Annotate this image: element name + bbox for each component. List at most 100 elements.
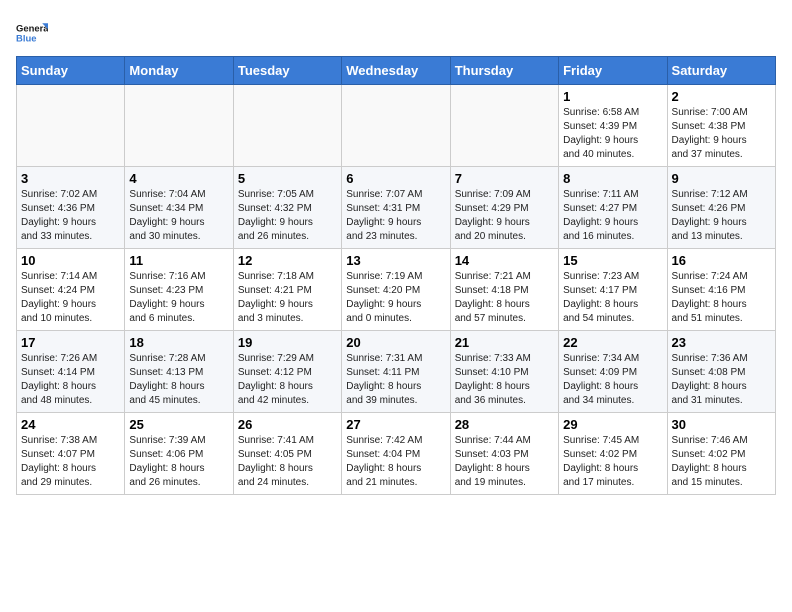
calendar-cell: 14Sunrise: 7:21 AM Sunset: 4:18 PM Dayli…	[450, 249, 558, 331]
day-number: 15	[563, 253, 662, 268]
calendar-cell: 30 Sunrise: 7:46 AM Sunset: 4:02 PM Dayli…	[667, 413, 775, 495]
day-info: Sunrise: 7:45 AM Sunset: 4:02 PM Dayligh…	[563, 434, 662, 490]
calendar-cell: 3 Sunrise: 7:02 AM Sunset: 4:36 PM Daylig…	[17, 167, 125, 249]
day-info: Sunrise: 7:39 AM Sunset: 4:06 PM Dayligh…	[129, 434, 228, 490]
logo: General Blue	[16, 16, 52, 48]
calendar-cell: 22 Sunrise: 7:34 AM Sunset: 4:09 PM Dayli…	[559, 331, 667, 413]
day-number: 24	[21, 417, 120, 432]
svg-text:Blue: Blue	[16, 33, 36, 44]
calendar-cell: 17 Sunrise: 7:26 AM Sunset: 4:14 PM Dayli…	[17, 331, 125, 413]
day-info: Sunrise: 7:44 AM Sunset: 4:03 PM Dayligh…	[455, 434, 554, 490]
day-info: Sunrise: 7:18 AM Sunset: 4:21 PM Dayligh…	[238, 270, 337, 326]
calendar-cell: 28 Sunrise: 7:44 AM Sunset: 4:03 PM Dayli…	[450, 413, 558, 495]
day-number: 21	[455, 335, 554, 350]
day-number: 5	[238, 171, 337, 186]
logo-icon: General Blue	[16, 16, 48, 48]
calendar-week-5: 24 Sunrise: 7:38 AM Sunset: 4:07 PM Dayli…	[17, 413, 776, 495]
day-number: 17	[21, 335, 120, 350]
day-number: 16	[672, 253, 771, 268]
calendar-cell: 5 Sunrise: 7:05 AM Sunset: 4:32 PM Daylig…	[233, 167, 341, 249]
calendar-table: SundayMondayTuesdayWednesdayThursdayFrid…	[16, 56, 776, 495]
calendar-cell: 10Sunrise: 7:14 AM Sunset: 4:24 PM Dayli…	[17, 249, 125, 331]
day-header-friday: Friday	[559, 57, 667, 85]
day-number: 13	[346, 253, 445, 268]
calendar-cell: 27Sunrise: 7:42 AM Sunset: 4:04 PM Dayli…	[342, 413, 450, 495]
calendar-cell: 8 Sunrise: 7:11 AM Sunset: 4:27 PM Daylig…	[559, 167, 667, 249]
calendar-cell: 21 Sunrise: 7:33 AM Sunset: 4:10 PM Dayli…	[450, 331, 558, 413]
calendar-cell: 13Sunrise: 7:19 AM Sunset: 4:20 PM Dayli…	[342, 249, 450, 331]
day-info: Sunrise: 7:04 AM Sunset: 4:34 PM Dayligh…	[129, 188, 228, 244]
day-info: Sunrise: 7:36 AM Sunset: 4:08 PM Dayligh…	[672, 352, 771, 408]
day-number: 6	[346, 171, 445, 186]
day-info: Sunrise: 7:05 AM Sunset: 4:32 PM Dayligh…	[238, 188, 337, 244]
calendar-cell	[125, 85, 233, 167]
calendar-cell	[233, 85, 341, 167]
calendar-cell: 25Sunrise: 7:39 AM Sunset: 4:06 PM Dayli…	[125, 413, 233, 495]
calendar-cell	[342, 85, 450, 167]
day-info: Sunrise: 7:21 AM Sunset: 4:18 PM Dayligh…	[455, 270, 554, 326]
calendar-week-2: 3 Sunrise: 7:02 AM Sunset: 4:36 PM Daylig…	[17, 167, 776, 249]
calendar-cell	[17, 85, 125, 167]
day-number: 2	[672, 89, 771, 104]
day-info: Sunrise: 7:26 AM Sunset: 4:14 PM Dayligh…	[21, 352, 120, 408]
day-info: Sunrise: 7:02 AM Sunset: 4:36 PM Dayligh…	[21, 188, 120, 244]
calendar-cell: 24 Sunrise: 7:38 AM Sunset: 4:07 PM Dayli…	[17, 413, 125, 495]
day-info: Sunrise: 7:28 AM Sunset: 4:13 PM Dayligh…	[129, 352, 228, 408]
day-header-tuesday: Tuesday	[233, 57, 341, 85]
day-number: 12	[238, 253, 337, 268]
calendar-header-row: SundayMondayTuesdayWednesdayThursdayFrid…	[17, 57, 776, 85]
calendar-cell: 11 Sunrise: 7:16 AM Sunset: 4:23 PM Dayli…	[125, 249, 233, 331]
day-number: 19	[238, 335, 337, 350]
calendar-cell	[450, 85, 558, 167]
day-info: Sunrise: 7:09 AM Sunset: 4:29 PM Dayligh…	[455, 188, 554, 244]
day-info: Sunrise: 7:33 AM Sunset: 4:10 PM Dayligh…	[455, 352, 554, 408]
calendar-cell: 18Sunrise: 7:28 AM Sunset: 4:13 PM Dayli…	[125, 331, 233, 413]
svg-text:General: General	[16, 23, 48, 34]
day-info: Sunrise: 7:46 AM Sunset: 4:02 PM Dayligh…	[672, 434, 771, 490]
day-info: Sunrise: 7:41 AM Sunset: 4:05 PM Dayligh…	[238, 434, 337, 490]
calendar-cell: 23 Sunrise: 7:36 AM Sunset: 4:08 PM Dayli…	[667, 331, 775, 413]
calendar-week-1: 1 Sunrise: 6:58 AM Sunset: 4:39 PM Daylig…	[17, 85, 776, 167]
calendar-cell: 6Sunrise: 7:07 AM Sunset: 4:31 PM Daylig…	[342, 167, 450, 249]
calendar-cell: 19 Sunrise: 7:29 AM Sunset: 4:12 PM Dayli…	[233, 331, 341, 413]
day-info: Sunrise: 7:11 AM Sunset: 4:27 PM Dayligh…	[563, 188, 662, 244]
calendar-cell: 1 Sunrise: 6:58 AM Sunset: 4:39 PM Daylig…	[559, 85, 667, 167]
day-info: Sunrise: 7:31 AM Sunset: 4:11 PM Dayligh…	[346, 352, 445, 408]
calendar-cell: 2 Sunrise: 7:00 AM Sunset: 4:38 PM Daylig…	[667, 85, 775, 167]
day-number: 23	[672, 335, 771, 350]
day-header-thursday: Thursday	[450, 57, 558, 85]
day-number: 1	[563, 89, 662, 104]
calendar-cell: 15 Sunrise: 7:23 AM Sunset: 4:17 PM Dayli…	[559, 249, 667, 331]
day-number: 26	[238, 417, 337, 432]
calendar-cell: 12 Sunrise: 7:18 AM Sunset: 4:21 PM Dayli…	[233, 249, 341, 331]
day-info: Sunrise: 7:16 AM Sunset: 4:23 PM Dayligh…	[129, 270, 228, 326]
day-number: 29	[563, 417, 662, 432]
day-number: 8	[563, 171, 662, 186]
day-info: Sunrise: 7:12 AM Sunset: 4:26 PM Dayligh…	[672, 188, 771, 244]
day-info: Sunrise: 6:58 AM Sunset: 4:39 PM Dayligh…	[563, 106, 662, 162]
calendar-cell: 4Sunrise: 7:04 AM Sunset: 4:34 PM Daylig…	[125, 167, 233, 249]
day-header-saturday: Saturday	[667, 57, 775, 85]
day-number: 3	[21, 171, 120, 186]
day-number: 30	[672, 417, 771, 432]
calendar-cell: 26 Sunrise: 7:41 AM Sunset: 4:05 PM Dayli…	[233, 413, 341, 495]
calendar-cell: 16 Sunrise: 7:24 AM Sunset: 4:16 PM Dayli…	[667, 249, 775, 331]
day-info: Sunrise: 7:29 AM Sunset: 4:12 PM Dayligh…	[238, 352, 337, 408]
day-info: Sunrise: 7:42 AM Sunset: 4:04 PM Dayligh…	[346, 434, 445, 490]
day-info: Sunrise: 7:24 AM Sunset: 4:16 PM Dayligh…	[672, 270, 771, 326]
day-info: Sunrise: 7:00 AM Sunset: 4:38 PM Dayligh…	[672, 106, 771, 162]
day-info: Sunrise: 7:23 AM Sunset: 4:17 PM Dayligh…	[563, 270, 662, 326]
day-number: 7	[455, 171, 554, 186]
calendar-cell: 7 Sunrise: 7:09 AM Sunset: 4:29 PM Daylig…	[450, 167, 558, 249]
day-number: 22	[563, 335, 662, 350]
day-number: 9	[672, 171, 771, 186]
day-info: Sunrise: 7:34 AM Sunset: 4:09 PM Dayligh…	[563, 352, 662, 408]
day-number: 20	[346, 335, 445, 350]
day-number: 28	[455, 417, 554, 432]
day-info: Sunrise: 7:38 AM Sunset: 4:07 PM Dayligh…	[21, 434, 120, 490]
calendar-cell: 20 Sunrise: 7:31 AM Sunset: 4:11 PM Dayli…	[342, 331, 450, 413]
day-info: Sunrise: 7:14 AM Sunset: 4:24 PM Dayligh…	[21, 270, 120, 326]
day-number: 11	[129, 253, 228, 268]
calendar-cell: 29 Sunrise: 7:45 AM Sunset: 4:02 PM Dayli…	[559, 413, 667, 495]
page-header: General Blue	[16, 16, 776, 48]
